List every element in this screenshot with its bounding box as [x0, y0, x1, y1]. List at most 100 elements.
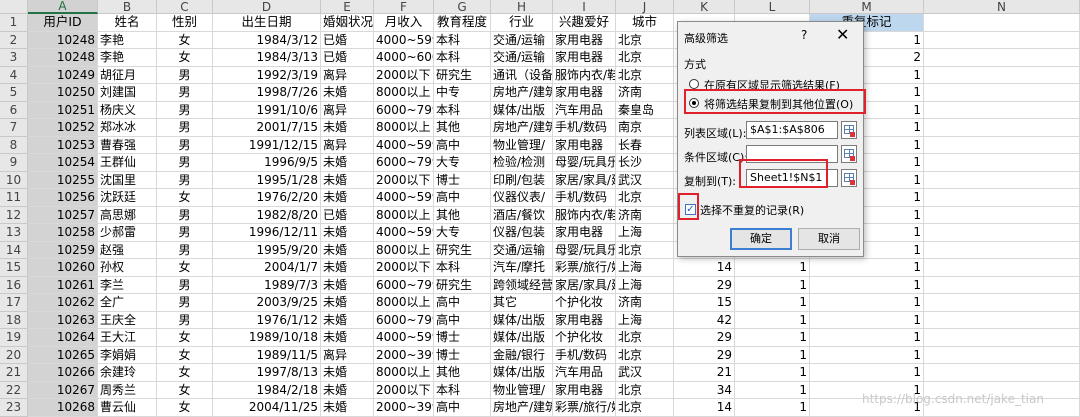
header-cell[interactable]: 教育程度: [434, 14, 491, 32]
table-cell[interactable]: 21: [674, 364, 735, 382]
table-cell[interactable]: [924, 346, 1080, 364]
table-cell[interactable]: 1991/10/6: [213, 101, 321, 119]
column-header[interactable]: F: [374, 0, 434, 14]
radio-filter-in-place[interactable]: [689, 79, 699, 89]
table-cell[interactable]: 10264: [28, 329, 98, 347]
table-cell[interactable]: 10250: [28, 84, 98, 102]
table-cell[interactable]: 杨庆义: [98, 101, 157, 119]
table-cell[interactable]: 2000以下: [374, 381, 434, 399]
header-cell[interactable]: 出生日期: [213, 14, 321, 32]
table-cell[interactable]: 未婚: [321, 189, 374, 207]
table-cell[interactable]: 1995/9/20: [213, 241, 321, 259]
table-cell[interactable]: 本科: [434, 381, 491, 399]
table-cell[interactable]: 男: [157, 224, 213, 242]
table-cell[interactable]: [924, 31, 1080, 49]
table-cell[interactable]: 女: [157, 31, 213, 49]
table-cell[interactable]: 10257: [28, 206, 98, 224]
table-cell[interactable]: [924, 101, 1080, 119]
column-header[interactable]: J: [616, 0, 674, 14]
header-cell[interactable]: 月收入: [374, 14, 434, 32]
column-header[interactable]: M: [810, 0, 924, 14]
table-cell[interactable]: 北京: [616, 346, 674, 364]
row-header[interactable]: 6: [0, 101, 28, 119]
option-filter-in-place-label[interactable]: 在原有区域显示筛选结果(F): [704, 77, 840, 93]
cancel-button[interactable]: 取消: [798, 228, 860, 250]
table-cell[interactable]: 仪器仪表/: [491, 189, 553, 207]
table-cell[interactable]: 李艳: [98, 49, 157, 67]
table-cell[interactable]: 1976/1/12: [213, 311, 321, 329]
table-cell[interactable]: 高思娜: [98, 206, 157, 224]
table-cell[interactable]: 酒店/餐饮: [491, 206, 553, 224]
criteria-range-picker-icon[interactable]: [841, 145, 857, 163]
table-cell[interactable]: 6000~7999: [374, 101, 434, 119]
table-cell[interactable]: 其他: [434, 364, 491, 382]
table-cell[interactable]: 1989/11/5: [213, 346, 321, 364]
header-cell[interactable]: [924, 14, 1080, 32]
row-header[interactable]: 5: [0, 84, 28, 102]
table-cell[interactable]: 上海: [616, 276, 674, 294]
table-cell[interactable]: 未婚: [321, 119, 374, 137]
header-cell[interactable]: 姓名: [98, 14, 157, 32]
table-cell[interactable]: 10248: [28, 31, 98, 49]
table-cell[interactable]: 汽车用品: [553, 364, 616, 382]
table-cell[interactable]: 上海: [616, 259, 674, 277]
column-header[interactable]: H: [491, 0, 553, 14]
table-cell[interactable]: 离异: [321, 101, 374, 119]
table-cell[interactable]: 少郝雷: [98, 224, 157, 242]
table-cell[interactable]: 印刷/包装: [491, 171, 553, 189]
table-cell[interactable]: 汽车用品: [553, 101, 616, 119]
table-cell[interactable]: 14: [674, 399, 735, 417]
option-copy-to-location-label[interactable]: 将筛选结果复制到其他位置(O): [704, 96, 853, 112]
header-cell[interactable]: 兴趣爱好: [553, 14, 616, 32]
table-cell[interactable]: 未婚: [321, 399, 374, 417]
table-cell[interactable]: 通讯（设备）: [491, 66, 553, 84]
table-cell[interactable]: 男: [157, 171, 213, 189]
table-cell[interactable]: 赵强: [98, 241, 157, 259]
table-cell[interactable]: 1989/10/18: [213, 329, 321, 347]
column-header[interactable]: N: [924, 0, 1080, 14]
table-cell[interactable]: 交通/运输: [491, 241, 553, 259]
row-header[interactable]: 19: [0, 329, 28, 347]
table-cell[interactable]: 上海: [616, 224, 674, 242]
row-header[interactable]: 4: [0, 66, 28, 84]
table-cell[interactable]: [924, 171, 1080, 189]
radio-copy-to-location[interactable]: [689, 98, 699, 108]
table-cell[interactable]: 李娟娟: [98, 346, 157, 364]
row-header[interactable]: 1: [0, 14, 28, 32]
table-cell[interactable]: 1982/8/20: [213, 206, 321, 224]
table-cell[interactable]: 博士: [434, 171, 491, 189]
table-cell[interactable]: 彩票/旅行/娱乐: [553, 399, 616, 417]
row-header[interactable]: 22: [0, 381, 28, 399]
copy-to-input[interactable]: Sheet1!$N$1: [746, 169, 838, 187]
table-cell[interactable]: 母婴/玩具乐器: [553, 154, 616, 172]
column-header[interactable]: G: [434, 0, 491, 14]
column-header[interactable]: E: [321, 0, 374, 14]
table-cell[interactable]: 高中: [434, 399, 491, 417]
table-cell[interactable]: 武汉: [616, 171, 674, 189]
table-cell[interactable]: 10262: [28, 294, 98, 312]
table-cell[interactable]: 未婚: [321, 224, 374, 242]
table-cell[interactable]: 家用电器: [553, 381, 616, 399]
table-cell[interactable]: 29: [674, 276, 735, 294]
row-header[interactable]: 13: [0, 224, 28, 242]
table-cell[interactable]: 家用电器: [553, 224, 616, 242]
table-cell[interactable]: [924, 311, 1080, 329]
table-cell[interactable]: 女: [157, 259, 213, 277]
table-cell[interactable]: 济南: [616, 294, 674, 312]
column-header[interactable]: I: [553, 0, 616, 14]
table-cell[interactable]: 交通/运输: [491, 49, 553, 67]
table-cell[interactable]: 2004/1/7: [213, 259, 321, 277]
table-cell[interactable]: 6000~7999: [374, 311, 434, 329]
table-cell[interactable]: 房地产/建筑: [491, 119, 553, 137]
table-cell[interactable]: 曹云仙: [98, 399, 157, 417]
table-cell[interactable]: 10248: [28, 49, 98, 67]
table-cell[interactable]: 曹春强: [98, 136, 157, 154]
row-header[interactable]: 20: [0, 346, 28, 364]
table-cell[interactable]: [924, 294, 1080, 312]
table-cell[interactable]: 中专: [434, 84, 491, 102]
table-cell[interactable]: 离异: [321, 66, 374, 84]
table-cell[interactable]: 其他: [434, 119, 491, 137]
table-cell[interactable]: 女: [157, 329, 213, 347]
table-cell[interactable]: 29: [674, 329, 735, 347]
table-cell[interactable]: 王庆全: [98, 311, 157, 329]
